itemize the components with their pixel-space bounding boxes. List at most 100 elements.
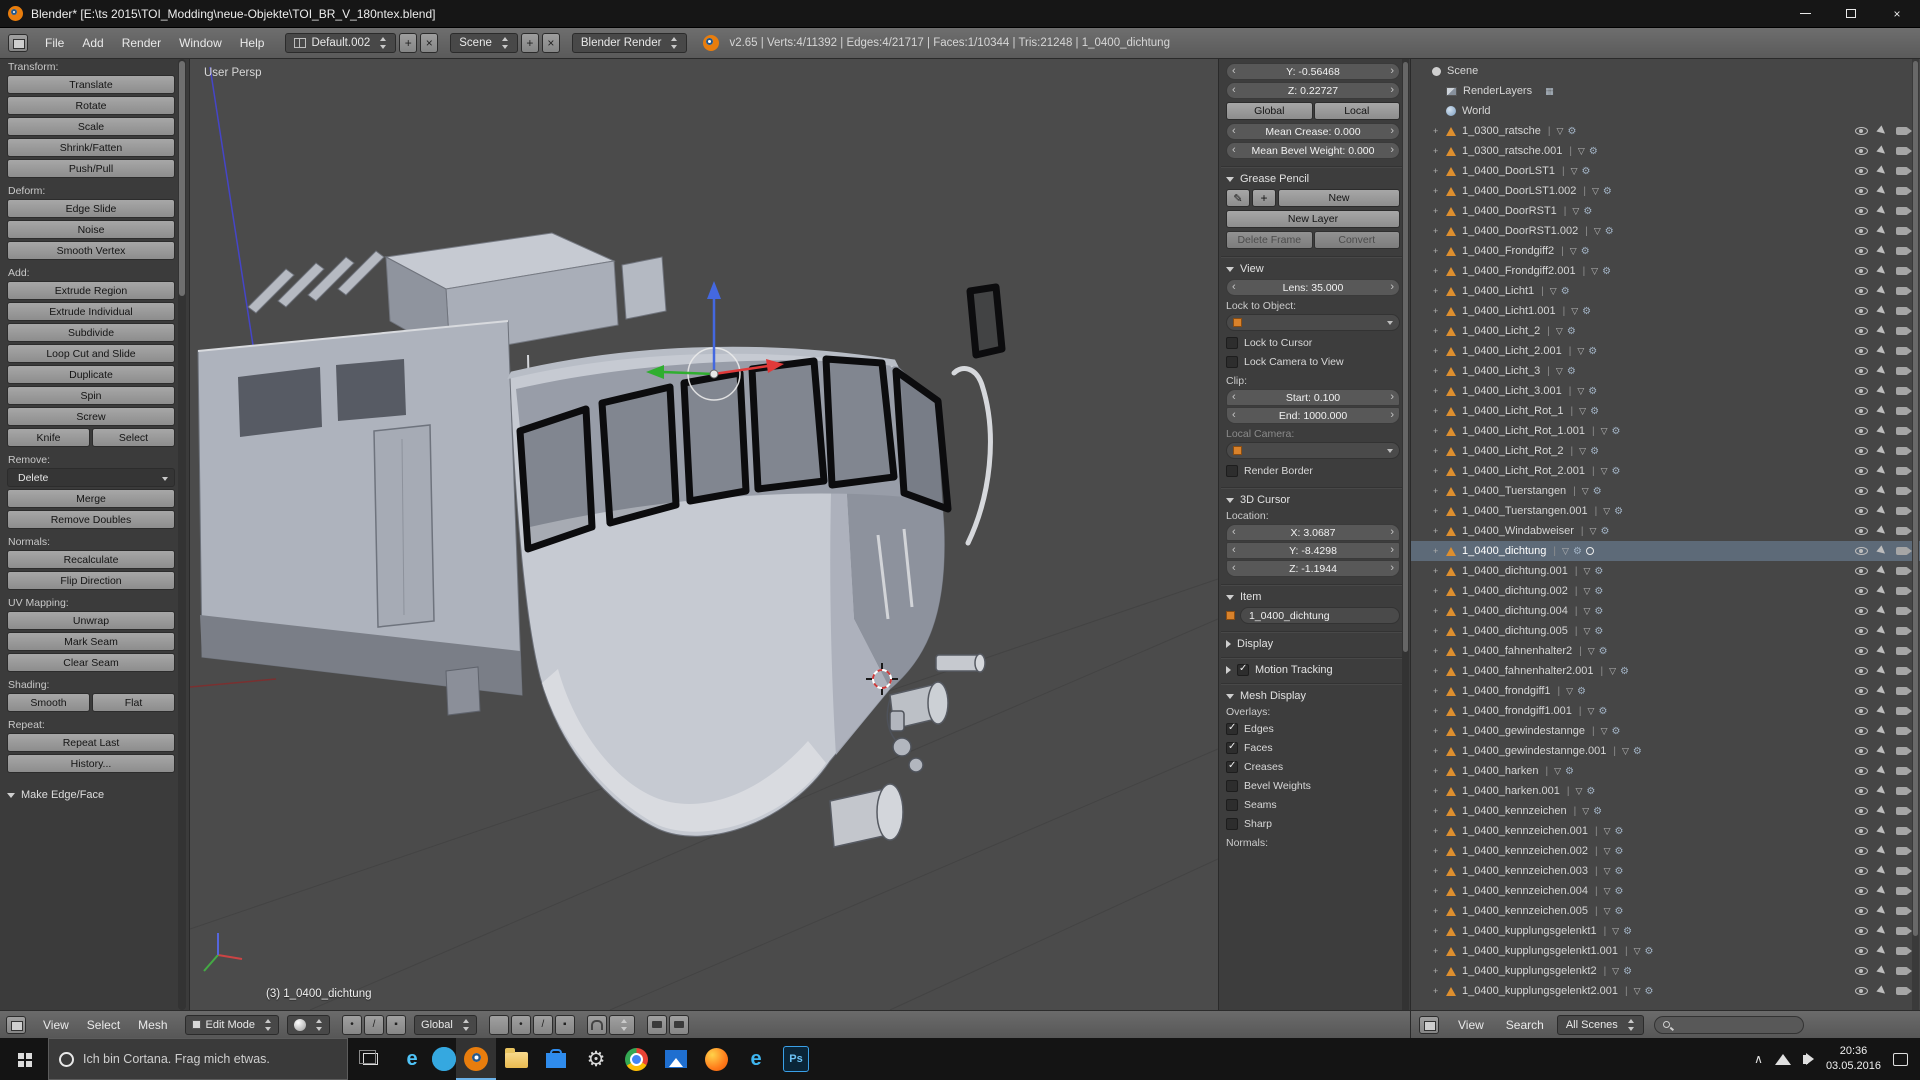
expand-icon[interactable] xyxy=(1433,486,1446,496)
tool-button[interactable]: Edge Slide xyxy=(7,199,175,218)
renderability-toggle[interactable] xyxy=(1896,887,1908,895)
renderability-toggle[interactable] xyxy=(1896,367,1908,375)
renderability-toggle[interactable] xyxy=(1896,487,1908,495)
expand-icon[interactable] xyxy=(1433,646,1446,656)
object-name[interactable]: 1_0400_Licht_Rot_2.001 xyxy=(1462,465,1585,477)
tool-button[interactable]: Smooth Vertex xyxy=(7,241,175,260)
tool-button[interactable]: Knife xyxy=(7,428,90,447)
selectability-toggle[interactable] xyxy=(1876,905,1887,916)
tool-button[interactable]: Merge xyxy=(7,489,175,508)
outliner-row[interactable]: 1_0400_Licht_Rot_2.001 xyxy=(1411,461,1920,481)
checkbox-icon[interactable] xyxy=(1237,664,1249,676)
overlay-toggle[interactable]: Edges xyxy=(1226,719,1400,738)
properties-scrollbar[interactable] xyxy=(1402,59,1409,1010)
outliner-row[interactable]: 1_0400_kennzeichen.005 xyxy=(1411,901,1920,921)
outliner-row[interactable]: 1_0400_Licht_Rot_1 xyxy=(1411,401,1920,421)
visibility-toggle[interactable] xyxy=(1855,807,1868,815)
expand-icon[interactable] xyxy=(1433,266,1446,276)
visibility-toggle[interactable] xyxy=(1855,727,1868,735)
outliner-row[interactable]: 1_0400_dichtung.001 xyxy=(1411,561,1920,581)
renderability-toggle[interactable] xyxy=(1896,587,1908,595)
selectability-toggle[interactable] xyxy=(1876,305,1887,316)
selectability-toggle[interactable] xyxy=(1876,625,1887,636)
visibility-toggle[interactable] xyxy=(1855,167,1868,175)
face-select-button[interactable] xyxy=(386,1015,406,1035)
3d-viewport[interactable]: User Persp (3) 1_0400_dichtung xyxy=(190,59,1218,1010)
renderability-toggle[interactable] xyxy=(1896,747,1908,755)
visibility-toggle[interactable] xyxy=(1855,187,1868,195)
outliner-row[interactable]: 1_0400_kennzeichen.001 xyxy=(1411,821,1920,841)
selectability-toggle[interactable] xyxy=(1876,445,1887,456)
lock-to-cursor-toggle[interactable]: Lock to Cursor xyxy=(1226,333,1400,352)
overlay-toggle[interactable]: Sharp xyxy=(1226,814,1400,833)
selectability-toggle[interactable] xyxy=(1876,365,1887,376)
outliner-row[interactable]: 1_0400_Licht_Rot_2 xyxy=(1411,441,1920,461)
object-name[interactable]: 1_0400_Licht_3.001 xyxy=(1462,385,1562,397)
outliner-row[interactable]: 1_0400_kupplungsgelenkt2 xyxy=(1411,961,1920,981)
grease-pencil-new-button[interactable]: New xyxy=(1278,189,1400,207)
object-name[interactable]: 1_0400_gewindestannge.001 xyxy=(1462,745,1606,757)
renderability-toggle[interactable] xyxy=(1896,787,1908,795)
object-name[interactable]: 1_0400_DoorLST1.002 xyxy=(1462,185,1576,197)
cursor-z-field[interactable]: Z: -1.1944 xyxy=(1226,560,1400,577)
tool-button[interactable]: Spin xyxy=(7,386,175,405)
selectability-toggle[interactable] xyxy=(1876,805,1887,816)
viewport-menu[interactable]: View xyxy=(34,1018,78,1032)
visibility-toggle[interactable] xyxy=(1855,207,1868,215)
renderability-toggle[interactable] xyxy=(1896,687,1908,695)
scene-selector[interactable]: Scene xyxy=(450,33,518,53)
renderability-toggle[interactable] xyxy=(1896,867,1908,875)
renderability-toggle[interactable] xyxy=(1896,527,1908,535)
outliner-search-input[interactable] xyxy=(1654,1016,1804,1034)
object-name[interactable]: 1_0400_kennzeichen xyxy=(1462,805,1567,817)
visibility-toggle[interactable] xyxy=(1855,987,1868,995)
renderability-toggle[interactable] xyxy=(1896,427,1908,435)
visibility-toggle[interactable] xyxy=(1855,907,1868,915)
expand-icon[interactable] xyxy=(1433,166,1446,176)
expand-icon[interactable] xyxy=(1433,286,1446,296)
mean-crease-field[interactable]: Mean Crease: 0.000 xyxy=(1226,123,1400,140)
opengl-animation-button[interactable] xyxy=(669,1015,689,1035)
selectability-toggle[interactable] xyxy=(1876,125,1887,136)
visibility-toggle[interactable] xyxy=(1855,947,1868,955)
selectability-toggle[interactable] xyxy=(1876,885,1887,896)
renderability-toggle[interactable] xyxy=(1896,707,1908,715)
cortana-search-box[interactable]: Ich bin Cortana. Frag mich etwas. xyxy=(48,1038,348,1080)
object-name[interactable]: 1_0400_dichtung.005 xyxy=(1462,625,1568,637)
overlay-toggle[interactable]: Creases xyxy=(1226,757,1400,776)
expand-icon[interactable] xyxy=(1433,206,1446,216)
expand-icon[interactable] xyxy=(1433,346,1446,356)
renderability-toggle[interactable] xyxy=(1896,567,1908,575)
tool-button[interactable]: Scale xyxy=(7,117,175,136)
mode-selector[interactable]: Edit Mode xyxy=(185,1015,280,1035)
renderability-toggle[interactable] xyxy=(1896,247,1908,255)
tool-button[interactable]: Duplicate xyxy=(7,365,175,384)
renderability-toggle[interactable] xyxy=(1896,327,1908,335)
snap-magnet-button[interactable] xyxy=(587,1015,607,1035)
outliner-row[interactable]: 1_0400_harken xyxy=(1411,761,1920,781)
vertex-select-button[interactable] xyxy=(342,1015,362,1035)
outliner-scrollbar[interactable] xyxy=(1912,59,1919,1010)
shading-selector[interactable] xyxy=(287,1015,330,1035)
visibility-toggle[interactable] xyxy=(1855,587,1868,595)
tool-button[interactable]: Repeat Last xyxy=(7,733,175,752)
expand-icon[interactable] xyxy=(1433,586,1446,596)
object-name[interactable]: 1_0400_kupplungsgelenkt2 xyxy=(1462,965,1597,977)
object-name[interactable]: 1_0400_DoorRST1.002 xyxy=(1462,225,1578,237)
object-name[interactable]: 1_0400_kennzeichen.003 xyxy=(1462,865,1588,877)
expand-icon[interactable] xyxy=(1433,726,1446,736)
start-button[interactable] xyxy=(0,1038,48,1080)
global-button[interactable]: Global xyxy=(1226,102,1313,120)
item-name-field[interactable]: 1_0400_dichtung xyxy=(1240,607,1400,624)
tool-button[interactable]: Delete xyxy=(7,468,175,487)
panel-grease-pencil[interactable]: Grease Pencil xyxy=(1226,173,1400,185)
expand-icon[interactable] xyxy=(1433,566,1446,576)
expand-icon[interactable] xyxy=(1433,986,1446,996)
selectability-toggle[interactable] xyxy=(1876,485,1887,496)
renderability-toggle[interactable] xyxy=(1896,767,1908,775)
clip-end-field[interactable]: End: 1000.000 xyxy=(1226,407,1400,424)
visibility-toggle[interactable] xyxy=(1855,707,1868,715)
object-name[interactable]: 1_0300_ratsche xyxy=(1462,125,1541,137)
tool-button[interactable]: Translate xyxy=(7,75,175,94)
expand-icon[interactable] xyxy=(1433,906,1446,916)
